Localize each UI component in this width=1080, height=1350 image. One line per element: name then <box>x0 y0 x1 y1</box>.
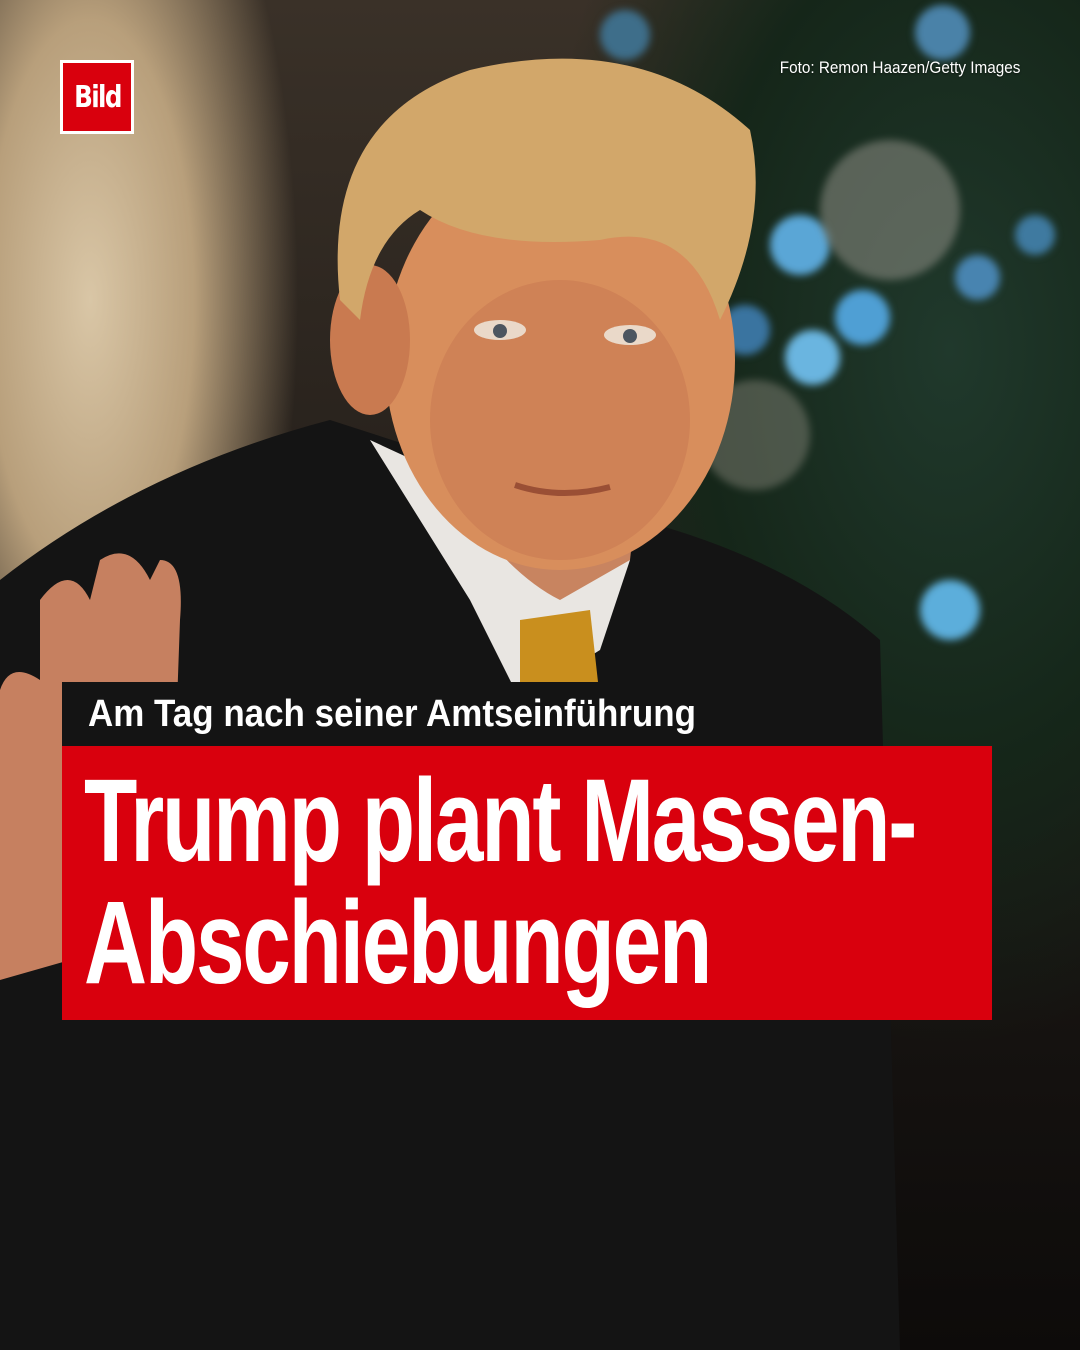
kicker-text: Am Tag nach seiner Amtseinführung <box>88 692 697 735</box>
background-photo <box>0 0 1080 1350</box>
bild-logo-text: Bild <box>73 79 122 115</box>
bild-logo: Bild <box>60 60 134 134</box>
photo-credit: Foto: Remon Haazen/Getty Images <box>779 58 1020 77</box>
headline-banner: Trump plant Massen- Abschiebungen <box>62 746 992 1020</box>
kicker-banner: Am Tag nach seiner Amtseinführung <box>62 682 775 746</box>
headline-line-1: Trump plant Massen- <box>84 755 917 887</box>
headline-line-2: Abschiebungen <box>84 877 712 1009</box>
